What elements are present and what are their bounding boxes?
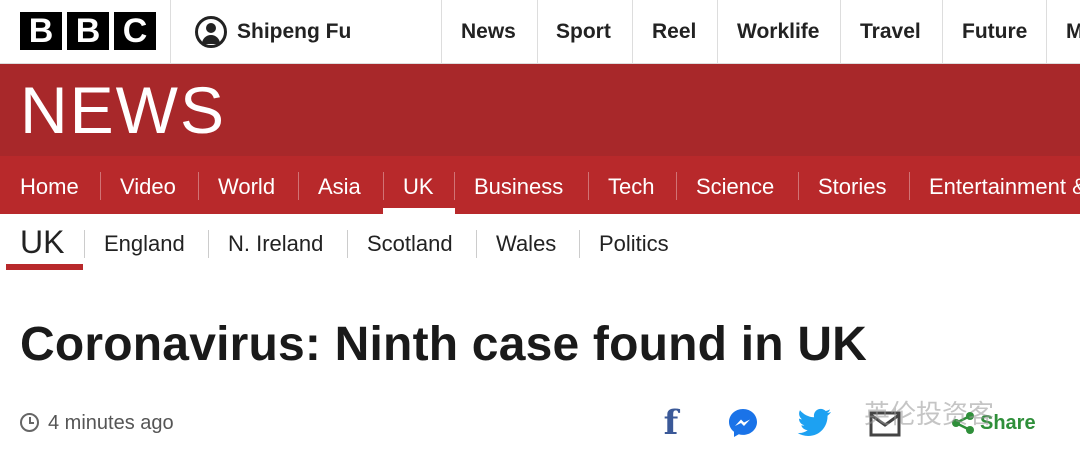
divider <box>798 172 799 200</box>
divider <box>454 172 455 200</box>
watermark: 英伦投资客 <box>864 400 995 430</box>
divider <box>942 0 943 64</box>
topnav-future[interactable]: Future <box>962 0 1027 64</box>
topnav-worklife[interactable]: Worklife <box>737 0 819 64</box>
divider <box>579 230 580 258</box>
subnav-politics[interactable]: Politics <box>599 230 669 258</box>
divider <box>537 0 538 64</box>
account-name: Shipeng Fu <box>237 20 352 43</box>
article-timestamp: 4 minutes ago <box>48 412 174 434</box>
section-nav-stories[interactable]: Stories <box>818 156 886 214</box>
divider <box>909 172 910 200</box>
section-nav-business[interactable]: Business <box>474 156 563 214</box>
divider <box>208 230 209 258</box>
divider <box>717 0 718 64</box>
section-nav-uk[interactable]: UK <box>403 156 434 214</box>
bbc-logo-letter: B <box>20 12 62 50</box>
divider <box>840 0 841 64</box>
subnav-current-uk[interactable]: UK <box>20 222 64 262</box>
section-nav-asia[interactable]: Asia <box>318 156 361 214</box>
topnav-news[interactable]: News <box>461 0 516 64</box>
subnav-n-ireland[interactable]: N. Ireland <box>228 230 323 258</box>
divider <box>100 172 101 200</box>
messenger-icon-graphic <box>729 409 757 437</box>
account-link[interactable]: Shipeng Fu <box>195 0 351 64</box>
divider <box>441 0 442 64</box>
subnav-scotland[interactable]: Scotland <box>367 230 453 258</box>
news-wordmark[interactable]: NEWS <box>20 76 226 144</box>
twitter-icon[interactable] <box>796 404 834 442</box>
twitter-icon-graphic <box>797 408 831 436</box>
topnav-reel[interactable]: Reel <box>652 0 696 64</box>
article-headline: Coronavirus: Ninth case found in UK <box>20 318 868 371</box>
section-nav-science[interactable]: Science <box>696 156 774 214</box>
divider <box>1046 0 1047 64</box>
divider <box>170 0 171 64</box>
subnav-active-indicator <box>6 264 83 270</box>
divider <box>347 230 348 258</box>
section-nav-home[interactable]: Home <box>20 156 79 214</box>
section-nav-world[interactable]: World <box>218 156 275 214</box>
topnav-travel[interactable]: Travel <box>860 0 921 64</box>
bbc-logo[interactable]: B B C <box>20 12 156 50</box>
bbc-logo-letter: C <box>114 12 156 50</box>
bbc-top-bar: B B C Shipeng Fu News Sport Reel Worklif… <box>0 0 1080 64</box>
section-nav-entertainment[interactable]: Entertainment & <box>929 156 1080 214</box>
subnav-wales[interactable]: Wales <box>496 230 556 258</box>
divider <box>632 0 633 64</box>
subnav-england[interactable]: England <box>104 230 185 258</box>
clock-icon <box>20 413 39 432</box>
section-nav-tech[interactable]: Tech <box>608 156 654 214</box>
topnav-more[interactable]: M <box>1066 0 1080 64</box>
divider <box>383 172 384 200</box>
section-nav: Home Video World Asia UK Business Tech S… <box>0 156 1080 214</box>
divider <box>198 172 199 200</box>
section-nav-video[interactable]: Video <box>120 156 176 214</box>
divider <box>588 172 589 200</box>
topnav-sport[interactable]: Sport <box>556 0 611 64</box>
divider <box>84 230 85 258</box>
news-banner: NEWS <box>0 64 1080 156</box>
messenger-icon[interactable] <box>724 404 762 442</box>
bbc-logo-letter: B <box>67 12 109 50</box>
divider <box>476 230 477 258</box>
facebook-icon[interactable]: f <box>652 403 690 443</box>
divider <box>676 172 677 200</box>
section-nav-active-indicator <box>383 208 455 214</box>
divider <box>298 172 299 200</box>
user-icon <box>195 16 227 48</box>
